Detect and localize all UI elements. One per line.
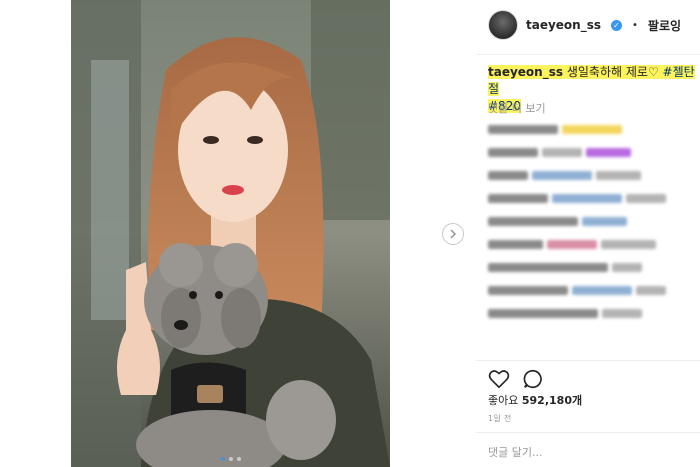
likes-prefix: 좋아요 <box>488 394 519 407</box>
comment-item <box>488 306 693 321</box>
comment-input[interactable]: 댓글 달기... <box>488 444 542 460</box>
actions-divider <box>476 360 700 361</box>
caption-username[interactable]: taeyeon_ss <box>488 65 563 79</box>
likes-count[interactable]: 좋아요 592,180개 <box>488 392 582 408</box>
chevron-right-icon <box>450 229 456 239</box>
likes-number: 592,180개 <box>521 394 583 407</box>
comment-item <box>488 283 693 298</box>
comment-item <box>488 122 693 137</box>
comments-list <box>488 122 693 329</box>
carousel-dot-active <box>220 457 225 461</box>
comment-icon[interactable] <box>522 368 544 390</box>
post-header: taeyeon_ss ✓ • 팔로잉 <box>488 10 681 40</box>
header-divider <box>476 54 700 55</box>
photo-illustration <box>71 0 390 467</box>
comment-item <box>488 168 693 183</box>
view-more-comments-link[interactable]: 댓글 더 보기 <box>488 100 546 116</box>
comment-item <box>488 145 693 160</box>
avatar[interactable] <box>488 10 518 40</box>
separator-dot: • <box>632 19 638 31</box>
post-timestamp[interactable]: 1일 전 <box>488 413 512 424</box>
post-actions <box>488 368 544 390</box>
author-username[interactable]: taeyeon_ss <box>526 18 601 32</box>
carousel-dot <box>236 457 241 461</box>
heart-icon[interactable] <box>488 368 510 390</box>
comment-item <box>488 191 693 206</box>
comment-item <box>488 260 693 275</box>
comment-item <box>488 237 693 252</box>
verified-badge-icon: ✓ <box>611 19 623 31</box>
next-photo-button[interactable] <box>442 223 464 245</box>
carousel-dot <box>228 457 233 461</box>
following-button[interactable]: 팔로잉 <box>648 17 681 34</box>
carousel-indicator <box>71 457 390 461</box>
caption-text: 생일축하해 제로♡ <box>566 65 659 79</box>
post-sidebar: taeyeon_ss ✓ • 팔로잉 taeyeon_ss 생일축하해 제로♡ … <box>476 0 700 467</box>
post-photo[interactable] <box>71 0 390 467</box>
input-divider <box>476 432 700 433</box>
comment-item <box>488 214 693 229</box>
